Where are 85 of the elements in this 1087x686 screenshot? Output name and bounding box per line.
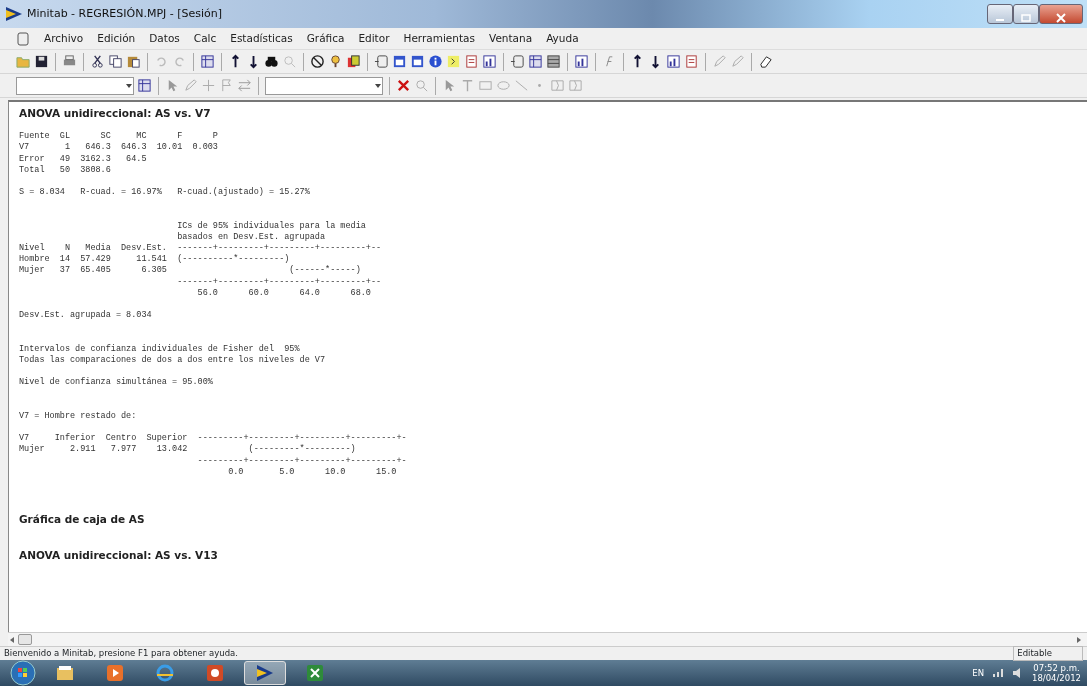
menu-item[interactable]: Estadísticas	[230, 30, 293, 47]
eraser-icon[interactable]	[758, 54, 773, 69]
save-icon[interactable]	[34, 54, 49, 69]
clock-date[interactable]: 18/04/2012	[1032, 673, 1081, 683]
document-icon	[16, 31, 30, 46]
minimize-button[interactable]	[987, 4, 1013, 24]
window-icon[interactable]	[392, 54, 407, 69]
close-icon	[1056, 12, 1066, 23]
edit-mode-indicator: Editable	[1013, 646, 1083, 661]
output-line: Total 50 3808.6	[19, 164, 111, 176]
scroll-right-icon[interactable]	[1075, 635, 1083, 644]
output-line: Fuente GL SC MC F P	[19, 131, 218, 143]
report-icon[interactable]	[464, 54, 479, 69]
report-icon[interactable]	[684, 54, 699, 69]
output-line: ---------+---------+---------+---------+-	[196, 455, 407, 467]
maximize-icon	[1021, 13, 1031, 22]
window-icon[interactable]	[410, 54, 425, 69]
output-line: Mujer 37 65.405 6.305 (------*-----)	[19, 265, 361, 277]
menu-item[interactable]: Datos	[149, 30, 180, 47]
section-heading: Gráfica de caja de AS	[19, 511, 145, 526]
output-line: Error 49 3162.3 64.5	[19, 153, 147, 165]
output-line: Nivel N Media Desv.Est. -------+---------+---------+---------+--	[19, 243, 382, 254]
graph-icon[interactable]	[574, 54, 589, 69]
spreadsheet-app-icon	[305, 663, 325, 683]
graph-icon[interactable]	[666, 54, 681, 69]
copy-icon[interactable]	[108, 54, 123, 69]
info-icon[interactable]	[428, 54, 443, 69]
output-line: -------+---------+---------+---------+--	[176, 276, 382, 288]
dropdown-arrow-icon[interactable]	[374, 81, 382, 90]
menu-item[interactable]: Archivo	[44, 30, 84, 47]
worksheet-icon[interactable]	[528, 54, 543, 69]
language-indicator[interactable]: EN	[972, 666, 984, 680]
worksheet-icon[interactable]	[200, 54, 215, 69]
delete-icon[interactable]	[396, 78, 411, 93]
section-heading: ANOVA unidireccional: AS vs. V13	[19, 547, 218, 562]
cancel-icon[interactable]	[310, 54, 325, 69]
close-button[interactable]	[1039, 4, 1083, 24]
status-message: Bienvenido a Minitab, presione F1 para obtener ayuda.	[4, 647, 238, 660]
menu-item[interactable]: Ayuda	[546, 30, 579, 47]
app-logo-icon	[6, 7, 22, 21]
worksheet-icon[interactable]	[137, 78, 152, 93]
scissors-icon[interactable]	[90, 54, 105, 69]
output-line: Intervalos de confianza individuales de Fisher del 95%	[19, 343, 300, 355]
dropdown-arrow-icon[interactable]	[125, 81, 133, 90]
clipboard-icon[interactable]	[126, 54, 141, 69]
menu-item[interactable]: Ventana	[489, 30, 533, 47]
output-line: basados en Desv.Est. agrupada	[176, 231, 326, 244]
menu-item[interactable]: Herramientas	[403, 30, 475, 47]
output-line: Todas las comparaciones de dos a dos entre los niveles de V7	[19, 354, 326, 367]
table-icon[interactable]	[546, 54, 561, 69]
network-icon[interactable]	[992, 668, 1004, 678]
output-line: Nivel de confianza simultánea = 95.00%	[19, 377, 213, 389]
output-line: V7 Inferior Centro Superior ---------+---------+---------+---------+-	[19, 433, 407, 444]
dropdown-field[interactable]	[265, 76, 383, 95]
menu-item[interactable]: Editor	[358, 30, 390, 47]
output-line: V7 = Hombre restado de:	[19, 410, 137, 423]
output-line: 0.0 5.0 10.0 15.0	[227, 466, 397, 478]
output-line: Hombre 14 57.429 11.541 (----------*---------)	[19, 254, 290, 265]
maximize-button[interactable]	[1013, 4, 1039, 24]
output-line: S = 8.034 R-cuad. = 16.97% R-cuad.(ajustado) = 15.27%	[19, 187, 310, 199]
media-player-icon	[105, 663, 125, 683]
menu-item[interactable]: Gráfica	[306, 30, 345, 47]
dropdown-field[interactable]	[16, 76, 134, 95]
output-line: ICs de 95% individuales para la media	[176, 220, 366, 232]
section-heading: ANOVA unidireccional: AS vs. V7	[19, 106, 211, 120]
output-line: Mujer 2.911 7.977 13.042 (---------*---------)	[19, 444, 356, 456]
web-browser-icon	[155, 663, 175, 683]
start-button[interactable]	[10, 660, 36, 686]
scrollbar-thumb[interactable]	[18, 634, 32, 645]
menu-item[interactable]: Calc	[193, 30, 217, 47]
file-manager-icon	[55, 663, 75, 683]
window-title: Minitab - REGRESIÓN.MPJ - [Sesión]	[27, 5, 223, 22]
graph-icon[interactable]	[482, 54, 497, 69]
binoculars-icon[interactable]	[264, 54, 279, 69]
statistics-app-taskbar-button[interactable]	[244, 661, 286, 685]
output-line: Desv.Est. agrupada = 8.034	[19, 310, 152, 322]
menu-item[interactable]: Edición	[97, 30, 136, 47]
clock-time[interactable]: 07:52 p.m.	[1032, 663, 1081, 673]
stack-icon[interactable]	[346, 54, 361, 69]
scroll-left-icon[interactable]	[8, 635, 16, 644]
prompt-icon[interactable]	[446, 54, 461, 69]
presentation-app-icon	[205, 663, 225, 683]
statistics-app-icon	[255, 663, 275, 683]
output-line: V7 1 646.3 646.3 10.01 0.003	[19, 142, 218, 154]
output-line: 56.0 60.0 64.0 68.0	[196, 287, 371, 299]
